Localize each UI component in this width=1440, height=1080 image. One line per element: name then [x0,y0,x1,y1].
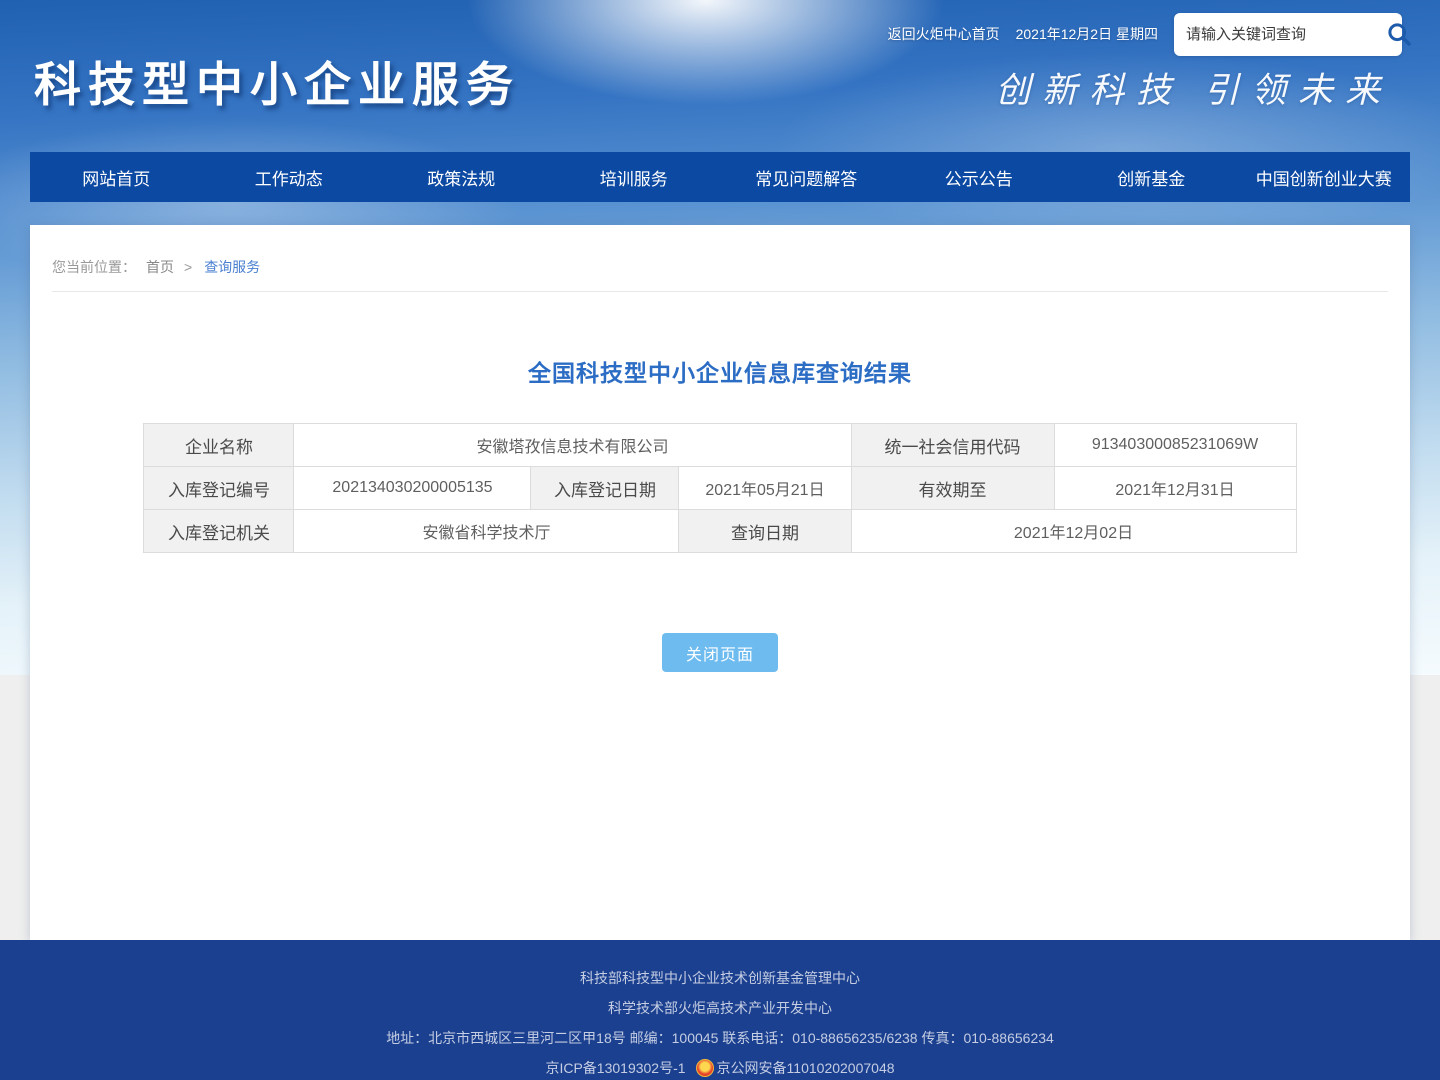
breadcrumb-current-link[interactable]: 查询服务 [204,259,260,275]
value-company-name: 安徽塔孜信息技术有限公司 [294,424,851,467]
site-footer: 科技部科技型中小企业技术创新基金管理中心 科学技术部火炬高技术产业开发中心 地址… [0,940,1440,1080]
footer-address-line: 地址：北京市西城区三里河二区甲18号 邮编：100045 联系电话：010-88… [0,1028,1440,1048]
value-query-date: 2021年12月02日 [851,510,1296,553]
table-row: 入库登记机关 安徽省科学技术厅 查询日期 2021年12月02日 [144,510,1296,553]
breadcrumb-home-link[interactable]: 首页 [146,259,174,275]
search-icon[interactable] [1385,20,1413,48]
site-header: 科技型中小企业服务 返回火炬中心首页 2021年12月2日 星期四 创新科技 引… [0,0,1440,152]
close-page-button[interactable]: 关闭页面 [662,633,778,672]
label-valid-until: 有效期至 [851,467,1054,510]
nav-item-policies[interactable]: 政策法规 [375,152,548,202]
nav-item-home[interactable]: 网站首页 [30,152,203,202]
value-registration-authority: 安徽省科学技术厅 [294,510,679,553]
label-credit-code: 统一社会信用代码 [851,424,1054,467]
label-registration-authority: 入库登记机关 [144,510,294,553]
label-query-date: 查询日期 [679,510,851,553]
nav-item-faq[interactable]: 常见问题解答 [720,152,893,202]
footer-org-line-1: 科技部科技型中小企业技术创新基金管理中心 [0,968,1440,988]
breadcrumb-separator: > [184,259,192,275]
search-input[interactable] [1186,26,1385,43]
security-record-link[interactable]: 京公网安备11010202007048 [717,1060,895,1076]
return-torch-home-link[interactable]: 返回火炬中心首页 [888,24,1000,44]
label-registration-number: 入库登记编号 [144,467,294,510]
header-date: 2021年12月2日 星期四 [1016,24,1158,44]
result-table: 企业名称 安徽塔孜信息技术有限公司 统一社会信用代码 9134030008523… [143,423,1296,553]
page-title: 全国科技型中小企业信息库查询结果 [30,354,1410,388]
nav-item-work-news[interactable]: 工作动态 [203,152,376,202]
value-registration-date: 2021年05月21日 [679,467,851,510]
label-registration-date: 入库登记日期 [531,467,679,510]
breadcrumb-prefix: 您当前位置： [52,259,136,275]
nav-item-training[interactable]: 培训服务 [548,152,721,202]
main-nav: 网站首页 工作动态 政策法规 培训服务 常见问题解答 公示公告 创新基金 中国创… [30,152,1410,202]
header-top-bar: 返回火炬中心首页 2021年12月2日 星期四 [888,12,1402,56]
icp-record-link[interactable]: 京ICP备13019302号-1 [545,1060,685,1076]
label-company-name: 企业名称 [144,424,294,467]
search-box [1174,13,1402,56]
value-credit-code: 91340300085231069W [1054,424,1296,467]
nav-item-announcements[interactable]: 公示公告 [893,152,1066,202]
value-registration-number: 202134030200005135 [294,467,531,510]
header-slogan: 创新科技 引领未来 [995,62,1392,113]
nav-item-innovation-fund[interactable]: 创新基金 [1065,152,1238,202]
table-row: 入库登记编号 202134030200005135 入库登记日期 2021年05… [144,467,1296,510]
nav-item-competition[interactable]: 中国创新创业大赛 [1238,152,1411,202]
breadcrumb: 您当前位置： 首页 > 查询服务 [52,225,1388,292]
table-row: 企业名称 安徽塔孜信息技术有限公司 统一社会信用代码 9134030008523… [144,424,1296,467]
value-valid-until: 2021年12月31日 [1054,467,1296,510]
police-badge-icon [696,1059,714,1077]
footer-record-line: 京ICP备13019302号-1 京公网安备11010202007048 [0,1058,1440,1078]
footer-org-line-2: 科学技术部火炬高技术产业开发中心 [0,998,1440,1018]
site-logo: 科技型中小企业服务 [34,46,520,115]
content-panel: 您当前位置： 首页 > 查询服务 全国科技型中小企业信息库查询结果 企业名称 安徽塔孜… [30,225,1410,940]
